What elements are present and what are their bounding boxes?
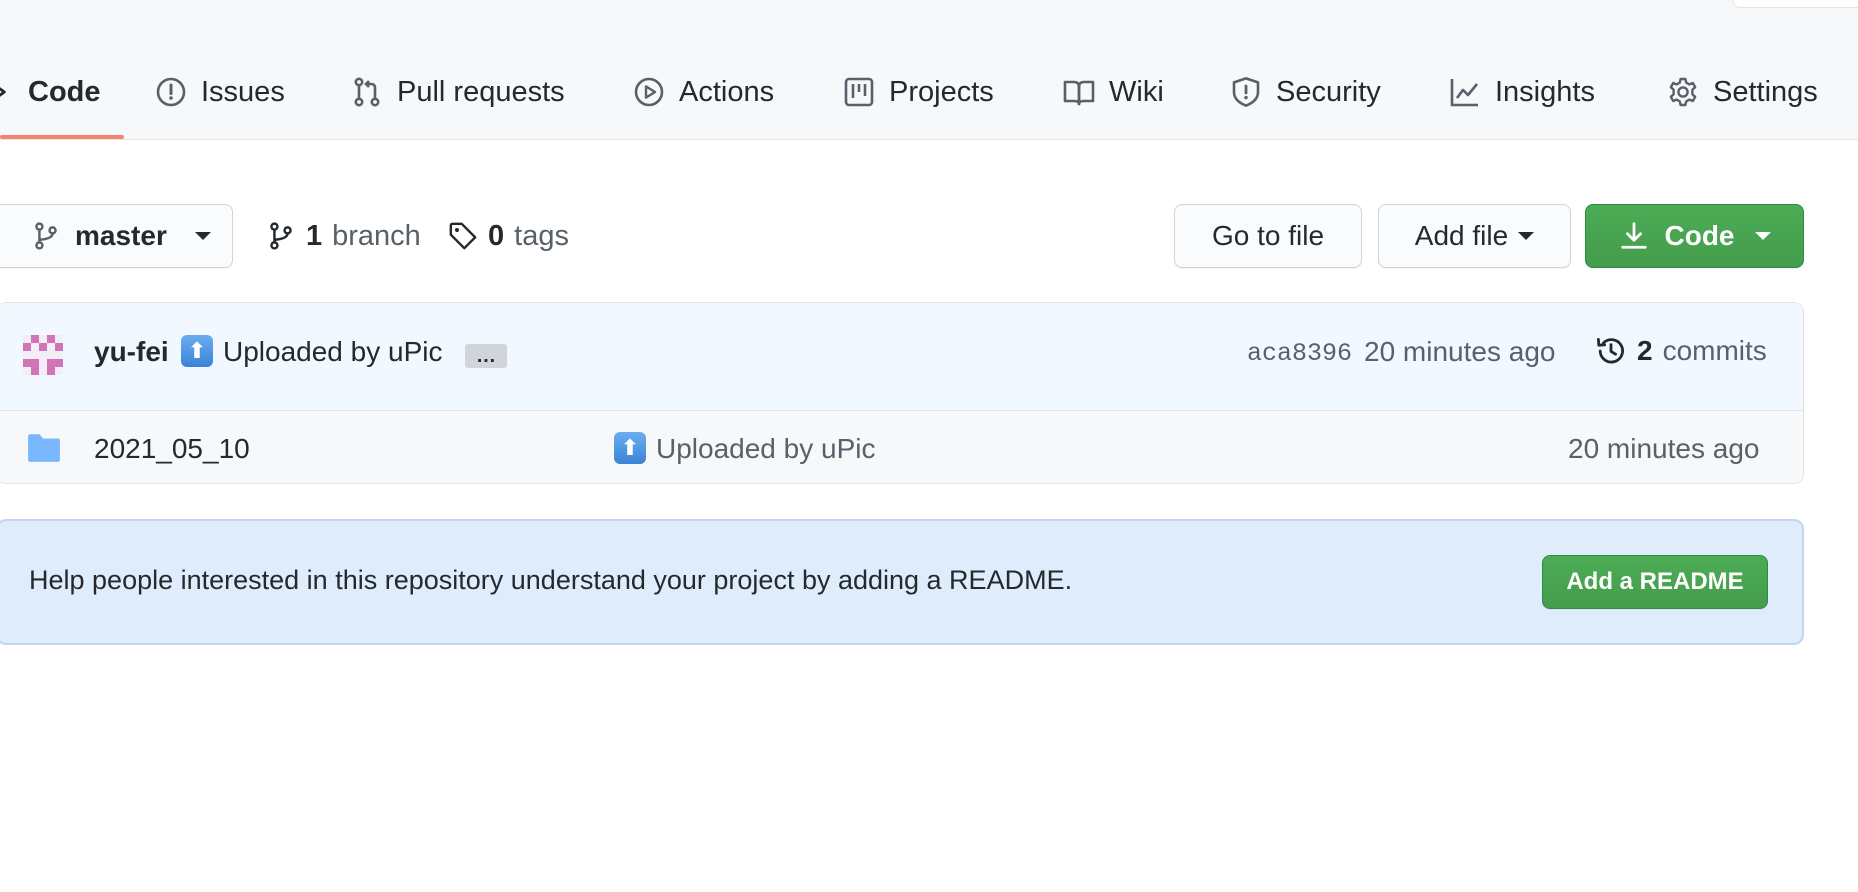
tag-word: tags [514,219,569,252]
tab-issues[interactable]: Issues [155,70,285,114]
add-readme-label: Add a README [1566,568,1744,595]
branches-link[interactable]: 1 branch [266,218,421,254]
add-file-label: Add file [1414,220,1509,251]
go-to-file-label: Go to file [1211,220,1325,251]
tab-label: Settings [1713,75,1818,108]
tab-actions[interactable]: Actions [633,70,774,114]
latest-commit-row: yu-fei ⬆ Uploaded by uPic … aca8396 20 m… [0,303,1803,411]
table-row[interactable]: 2021_05_10 ⬆ Uploaded by uPic 20 minutes… [0,411,1803,483]
chevron-down-icon [1754,232,1771,240]
commit-word: commits [1662,335,1767,366]
commit-count: 2 [1637,335,1653,366]
avatar[interactable] [23,335,63,375]
tag-count: 0 [488,219,505,252]
tab-label: Projects [889,75,994,108]
tab-projects[interactable]: Projects [843,70,994,114]
repo-page: Code Issues Pull requests Actions Projec… [0,0,1858,892]
commit-message[interactable]: Uploaded by uPic [223,336,442,368]
readme-prompt-banner: Help people interested in this repositor… [0,519,1804,645]
expand-commit-message-button[interactable]: … [465,344,507,368]
tab-label: Code [28,75,101,108]
tab-insights[interactable]: Insights [1449,70,1595,114]
branch-icon [270,222,292,250]
tab-wiki[interactable]: Wiki [1063,70,1164,114]
graph-icon [1450,79,1479,107]
add-file-button[interactable]: Add file [1378,204,1571,268]
tab-label: Wiki [1109,75,1164,108]
commit-time: 20 minutes ago [1364,336,1556,367]
history-icon [1597,338,1624,364]
file-list-box: yu-fei ⬆ Uploaded by uPic … aca8396 20 m… [0,302,1804,484]
tab-label: Insights [1495,75,1595,108]
tab-pull-requests[interactable]: Pull requests [351,70,565,114]
shield-icon [1232,77,1260,107]
download-icon [1620,222,1647,249]
tab-label: Security [1276,75,1381,108]
tab-settings[interactable]: Settings [1667,70,1818,114]
commit-sha[interactable]: aca8396 [1247,339,1352,368]
tag-icon [449,222,477,250]
go-to-file-button[interactable]: Go to file [1174,204,1362,268]
tags-link[interactable]: 0 tags [448,218,569,254]
tab-label: Issues [201,75,285,108]
branch-icon [35,222,57,250]
gear-icon [1669,77,1697,107]
tab-code[interactable]: Code [0,70,101,114]
active-tab-underline [0,135,124,139]
commit-author[interactable]: yu-fei [94,336,169,368]
repo-tab-bar: Code Issues Pull requests Actions Projec… [0,0,1858,140]
branch-count: 1 [306,219,323,252]
chevron-down-icon [1518,232,1535,240]
book-icon [1063,80,1095,106]
header-control-edge [1732,0,1858,8]
file-commit-message-link[interactable]: Uploaded by uPic [656,433,875,465]
tab-security[interactable]: Security [1230,70,1381,114]
project-icon [844,77,874,107]
tab-label: Actions [679,75,775,108]
pull-request-icon [354,77,380,107]
file-name-link[interactable]: 2021_05_10 [94,433,250,465]
branch-word: branch [332,219,421,252]
chevron-down-icon [194,232,211,240]
issue-icon [156,77,186,107]
arrow-up-emoji-icon: ⬆ [181,335,213,367]
arrow-up-emoji-icon: ⬆ [614,432,646,464]
readme-prompt-text: Help people interested in this repositor… [29,565,1073,595]
file-commit-time: 20 minutes ago [1568,433,1760,464]
play-icon [634,77,664,107]
branch-select-button[interactable]: master [0,204,233,268]
folder-icon [28,434,60,462]
tab-label: Pull requests [397,75,565,108]
code-icon [0,87,6,97]
add-readme-button[interactable]: Add a README [1542,555,1768,609]
code-download-button[interactable]: Code [1585,204,1804,268]
branch-name: master [75,220,167,251]
code-button-label: Code [1664,220,1735,251]
commits-history-link[interactable]: 2 commits [1595,335,1767,367]
